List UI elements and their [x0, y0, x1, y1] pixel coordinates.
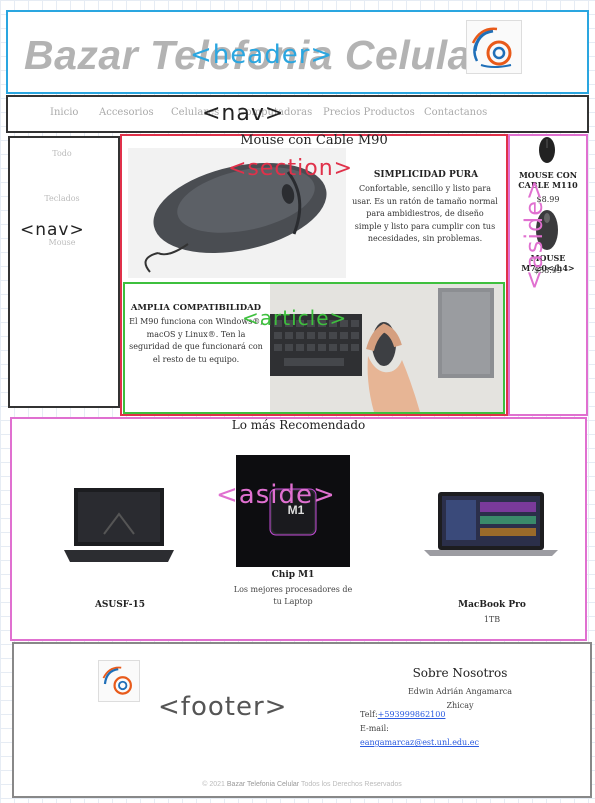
- m1-chip-image[interactable]: M1: [236, 455, 350, 567]
- email-line: eangamarcaz@est.unl.edu.ec: [360, 738, 479, 747]
- m1-chip-label: M1: [287, 503, 305, 517]
- mouse-m720-image[interactable]: [532, 206, 562, 252]
- asus-laptop-image[interactable]: [64, 484, 174, 566]
- macbook-pro-image[interactable]: [424, 490, 558, 558]
- nav-link-precios-productos[interactable]: Precios Productos: [323, 107, 415, 118]
- article-title: AMPLIA COMPATIBILIDAD: [130, 303, 262, 313]
- site-title: Bazar Telefonia Celular: [24, 32, 488, 78]
- product-desc: 1TB: [483, 615, 501, 624]
- about-title: Sobre Nosotros: [412, 666, 508, 680]
- nav-link-contactanos[interactable]: Contactanos: [424, 107, 487, 118]
- author-name: Edwin Adrián Angamarca Zhicay: [407, 687, 513, 710]
- mouse-m90-image: [128, 148, 346, 278]
- logo-icon: [466, 20, 522, 74]
- nav-link-accesorios[interactable]: Accesorios: [99, 107, 154, 118]
- article-text: El M90 funciona con Windows®, macOS y Li…: [129, 317, 263, 364]
- side-nav-teclados[interactable]: Teclados: [0, 194, 124, 203]
- product-desc: Los mejores procesadores de tu Laptop: [233, 585, 353, 606]
- tel-line: Telf:+593999862100: [360, 710, 445, 719]
- email-link[interactable]: eangamarcaz@est.unl.edu.ec: [360, 738, 479, 747]
- copyright-site: Bazar Telefonia Celular: [226, 781, 300, 788]
- recommended-title: Lo más Recomendado: [231, 418, 366, 432]
- nav-link-inicio[interactable]: Inicio: [50, 107, 78, 118]
- copyright: © 2021 Bazar Telefonia Celular Todos los…: [12, 781, 592, 788]
- section-title: Mouse con Cable M90: [240, 133, 388, 148]
- feature-text: Confortable, sencillo y listo para usar.…: [352, 184, 498, 243]
- product-name[interactable]: Chip M1: [236, 570, 350, 580]
- product-name[interactable]: MacBook Pro: [430, 600, 554, 610]
- copyright-year: © 2021: [202, 781, 225, 788]
- logo-icon: [98, 660, 140, 702]
- side-nav-todo[interactable]: Todo: [0, 149, 124, 158]
- tel-link[interactable]: +593999862100: [378, 710, 446, 719]
- nav-link-celulares[interactable]: Celulares: [171, 107, 219, 118]
- mouse-m110-image[interactable]: [536, 136, 558, 164]
- aside-product-price: $8.99: [536, 195, 560, 204]
- email-label: E-mail:: [360, 724, 389, 733]
- copyright-text: Todos los Derechos Reservados: [300, 781, 402, 788]
- product-name[interactable]: ASUSF-15: [60, 600, 180, 610]
- side-nav-mouse[interactable]: Mouse: [0, 238, 124, 247]
- tel-label: Telf:: [360, 710, 378, 719]
- hand-mouse-image: [270, 284, 503, 412]
- feature-title: SIMPLICIDAD PURA: [373, 170, 479, 180]
- aside-product-price: $58.99: [534, 266, 562, 275]
- side-nav: [8, 136, 120, 408]
- nav-link-computadoras[interactable]: Computadoras: [238, 107, 312, 118]
- aside-product-name[interactable]: MOUSE CON CABLE M110: [508, 170, 588, 190]
